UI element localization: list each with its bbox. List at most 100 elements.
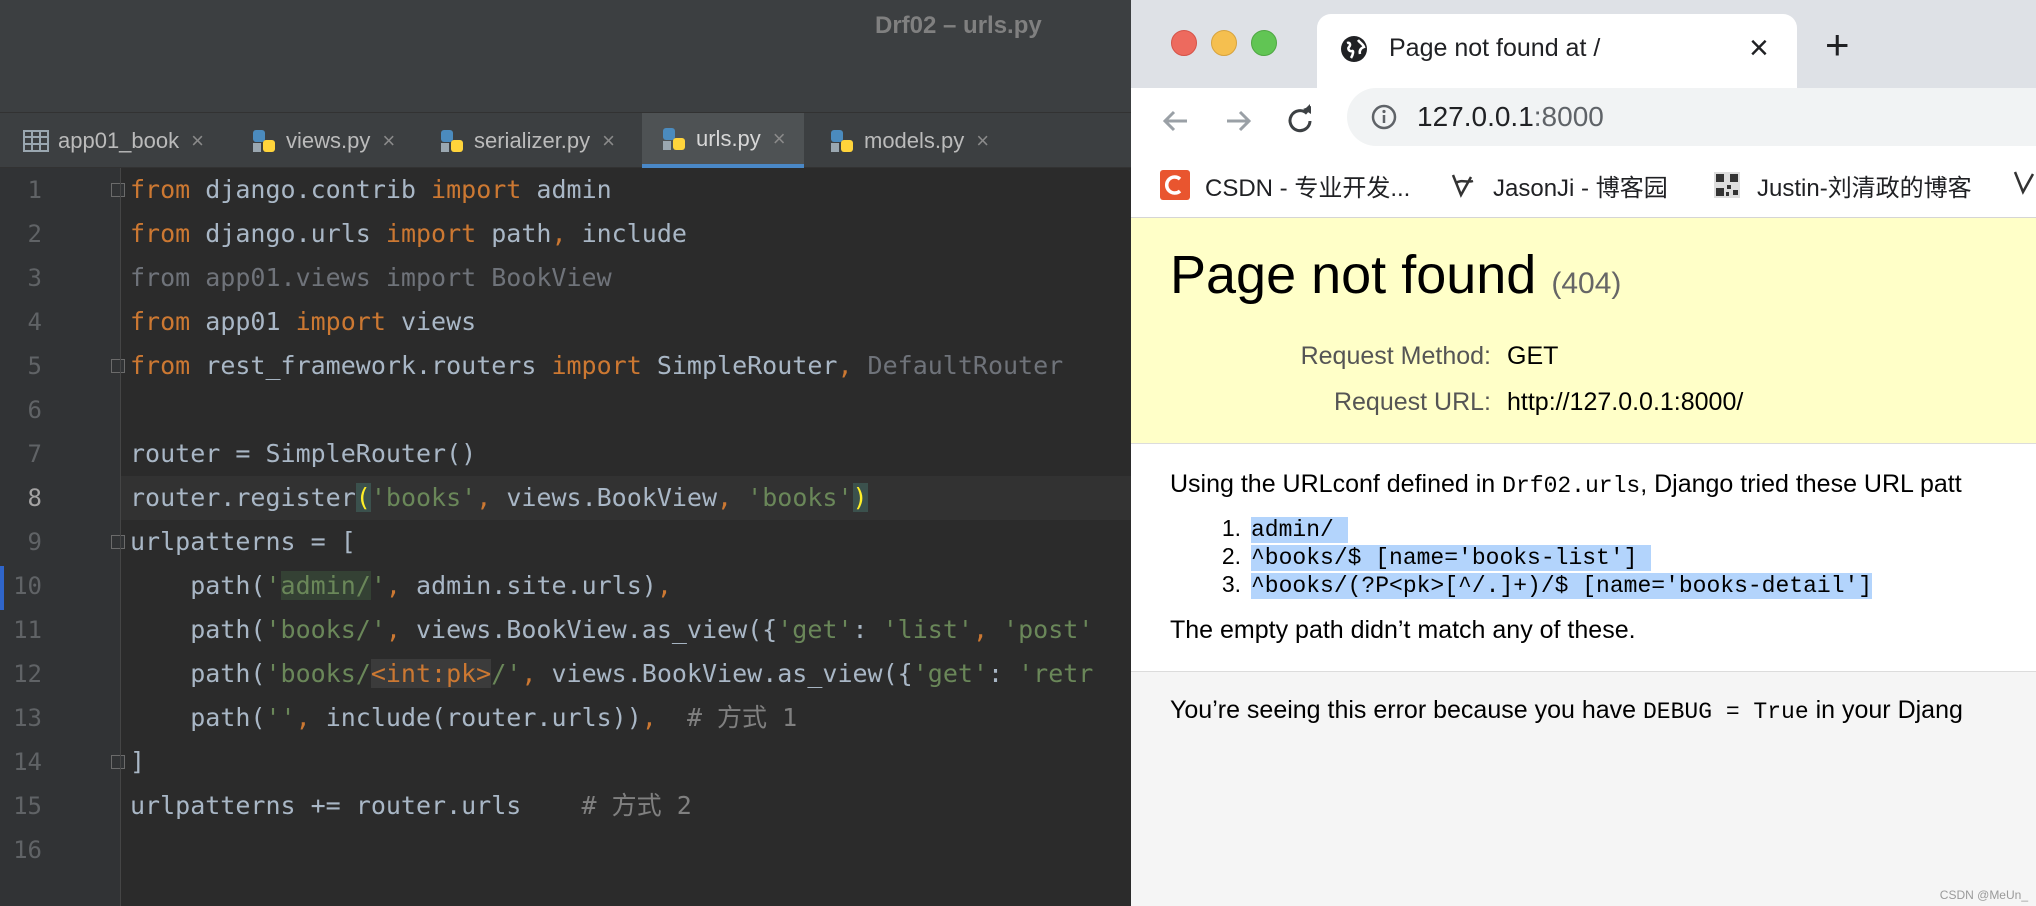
fold-toggle[interactable] — [111, 359, 125, 373]
info-icon[interactable] — [1371, 104, 1397, 130]
browser-tab-strip: Page not found at / × + — [1131, 0, 2036, 88]
code-line: ] — [130, 747, 146, 776]
cnblogs-icon — [1451, 174, 1474, 198]
code-line: from django.contrib import admin — [130, 175, 612, 204]
line-number: 10 — [13, 572, 42, 600]
line-number: 9 — [27, 528, 42, 556]
new-tab-button[interactable]: + — [1825, 22, 1850, 68]
reload-icon[interactable] — [1283, 104, 1317, 138]
globe-icon — [1341, 36, 1367, 62]
bookmark-csdn[interactable]: CSDN - 专业开发... — [1159, 160, 1410, 210]
code-line: path('books/', views.BookView.as_view({'… — [130, 615, 1094, 644]
browser-window: Page not found at / × + 127.0.0.1:8000 C… — [1131, 0, 2036, 906]
table-icon — [23, 129, 49, 152]
line-number: 6 — [27, 396, 42, 424]
url-pattern-item: 2. ^books/$ [name='books-list'] — [1221, 543, 1652, 571]
status-code: (404) — [1551, 267, 1622, 300]
close-icon[interactable]: × — [602, 128, 615, 154]
fold-toggle[interactable] — [111, 755, 125, 769]
browser-tab-active[interactable]: Page not found at / × — [1317, 14, 1797, 88]
maximize-window-button[interactable] — [1251, 30, 1277, 56]
tab-label: models.py — [864, 127, 965, 153]
gutter-divider — [120, 168, 121, 906]
forward-icon[interactable] — [1221, 104, 1255, 138]
no-match-message: The empty path didn’t match any of these… — [1170, 616, 1636, 644]
code-line: path('admin/', admin.site.urls), — [130, 571, 672, 600]
line-number: 7 — [27, 440, 42, 468]
python-icon — [441, 129, 463, 152]
tab-views-py[interactable]: views.py × — [250, 113, 395, 168]
bookmark-justin[interactable]: Justin-刘清政的博客 — [1711, 160, 1972, 210]
tab-label: views.py — [286, 127, 371, 153]
editor-tab-bar: app01_book × views.py × serializer.py × … — [0, 112, 1131, 168]
line-number: 2 — [27, 220, 42, 248]
address-bar[interactable]: 127.0.0.1:8000 — [1347, 88, 2036, 146]
close-icon[interactable]: × — [976, 128, 989, 154]
code-line: from rest_framework.routers import Simpl… — [130, 351, 1064, 380]
line-number-gutter: 1 2 3 4 5 6 7 8 9 10 11 12 13 14 15 16 — [0, 168, 125, 906]
line-number: 15 — [13, 792, 42, 820]
code-line: urlpatterns += router.urls # 方式 2 — [130, 791, 692, 820]
request-method-value: GET — [1507, 342, 1559, 370]
tab-label: serializer.py — [474, 127, 591, 153]
code-line: router = SimpleRouter() — [130, 439, 477, 468]
tab-urls-py[interactable]: urls.py × — [642, 113, 804, 168]
python-icon — [831, 129, 853, 152]
urlconf-description: Using the URLconf defined in Drf02.urls,… — [1170, 470, 1962, 499]
debug-message: You’re seeing this error because you hav… — [1170, 696, 1963, 725]
url-port: :8000 — [1533, 101, 1604, 132]
line-number: 5 — [27, 352, 42, 380]
debug-explanation: You’re seeing this error because you hav… — [1131, 672, 2036, 906]
code-line: path('books/<int:pk>/', views.BookView.a… — [130, 659, 1094, 688]
browser-tab-title: Page not found at / — [1389, 34, 1601, 62]
ide-window-title: Drf02 – urls.py — [875, 12, 1042, 39]
request-method-label: Request Method: — [1300, 342, 1491, 370]
urlconf-info: Using the URLconf defined in Drf02.urls,… — [1131, 444, 2036, 672]
code-line: from django.urls import path, include — [130, 219, 687, 248]
bookmark-overflow-icon[interactable] — [2011, 168, 2036, 198]
python-icon — [663, 127, 685, 150]
request-url-label: Request URL: — [1333, 388, 1491, 416]
close-icon[interactable]: × — [773, 126, 786, 152]
tab-models-py[interactable]: models.py × — [828, 113, 989, 168]
bookmark-jasonji[interactable]: JasonJi - 博客园 — [1447, 160, 1668, 210]
ide-titlebar: Drf02 – urls.py — [0, 0, 1131, 112]
minimize-window-button[interactable] — [1211, 30, 1237, 56]
line-number-current: 8 — [27, 484, 42, 512]
line-number: 1 — [27, 176, 42, 204]
code-line-current: router.register('books', views.BookView,… — [130, 483, 868, 512]
watermark: CSDN @MeUn_ — [1939, 888, 2028, 902]
url-pattern-item: 3. ^books/(?P<pk>[^/.]+)/$ [name='books-d… — [1221, 571, 1873, 599]
line-number: 3 — [27, 264, 42, 292]
close-window-button[interactable] — [1171, 30, 1197, 56]
url-text: 127.0.0.1:8000 — [1417, 101, 1604, 133]
close-tab-icon[interactable]: × — [1749, 28, 1769, 68]
line-number: 13 — [13, 704, 42, 732]
fold-toggle[interactable] — [111, 183, 125, 197]
fold-toggle[interactable] — [111, 535, 125, 549]
qr-icon — [1714, 172, 1740, 198]
request-url-value: http://127.0.0.1:8000/ — [1507, 388, 1744, 416]
line-number: 4 — [27, 308, 42, 336]
line-number: 12 — [13, 660, 42, 688]
python-icon — [253, 129, 275, 152]
code-line: urlpatterns = [ — [130, 527, 356, 556]
bookmark-label: JasonJi - 博客园 — [1493, 174, 1668, 202]
code-line: from app01 import views — [130, 307, 477, 336]
line-number: 14 — [13, 748, 42, 776]
bookmark-label: CSDN - 专业开发... — [1205, 174, 1411, 202]
close-icon[interactable]: × — [382, 128, 395, 154]
error-summary: Page not found (404) Request Method: GET… — [1131, 218, 2036, 444]
close-icon[interactable]: × — [191, 128, 204, 154]
csdn-icon — [1160, 170, 1190, 200]
tab-app01-book[interactable]: app01_book × — [22, 113, 204, 168]
url-pattern-item: 1. admin/ — [1221, 515, 1348, 543]
code-line: path('', include(router.urls)), # 方式 1 — [130, 703, 798, 732]
bookmark-label: Justin-刘清政的博客 — [1757, 174, 1972, 202]
tab-label: app01_book — [58, 127, 180, 153]
ide-window: Drf02 – urls.py app01_book × views.py × … — [0, 0, 1131, 906]
code-line-unused: from app01.views import BookView — [130, 263, 612, 292]
tab-serializer-py[interactable]: serializer.py × — [438, 113, 615, 168]
line-number: 11 — [13, 616, 42, 644]
back-icon[interactable] — [1159, 104, 1193, 138]
